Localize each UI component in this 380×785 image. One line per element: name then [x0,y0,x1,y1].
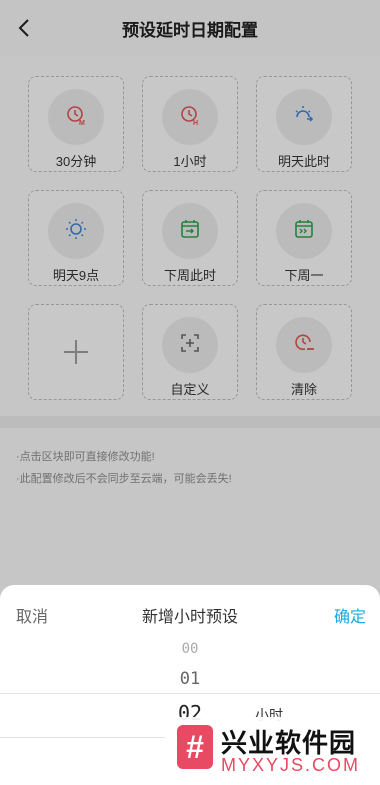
picker-option[interactable]: 00 [0,641,380,657]
watermark-domain: MYXYJS.COM [221,755,361,775]
watermark-logo-icon: # [177,725,213,769]
picker-option[interactable]: 01 [0,669,380,689]
sheet-title: 新增小时预设 [141,609,238,626]
sheet-header: 取消 新增小时预设 确定 [0,585,380,641]
confirm-button[interactable]: 确定 [334,603,366,627]
picker-line-top [0,693,380,694]
watermark: # 兴业软件园 MYXYJS.COM [165,717,380,785]
